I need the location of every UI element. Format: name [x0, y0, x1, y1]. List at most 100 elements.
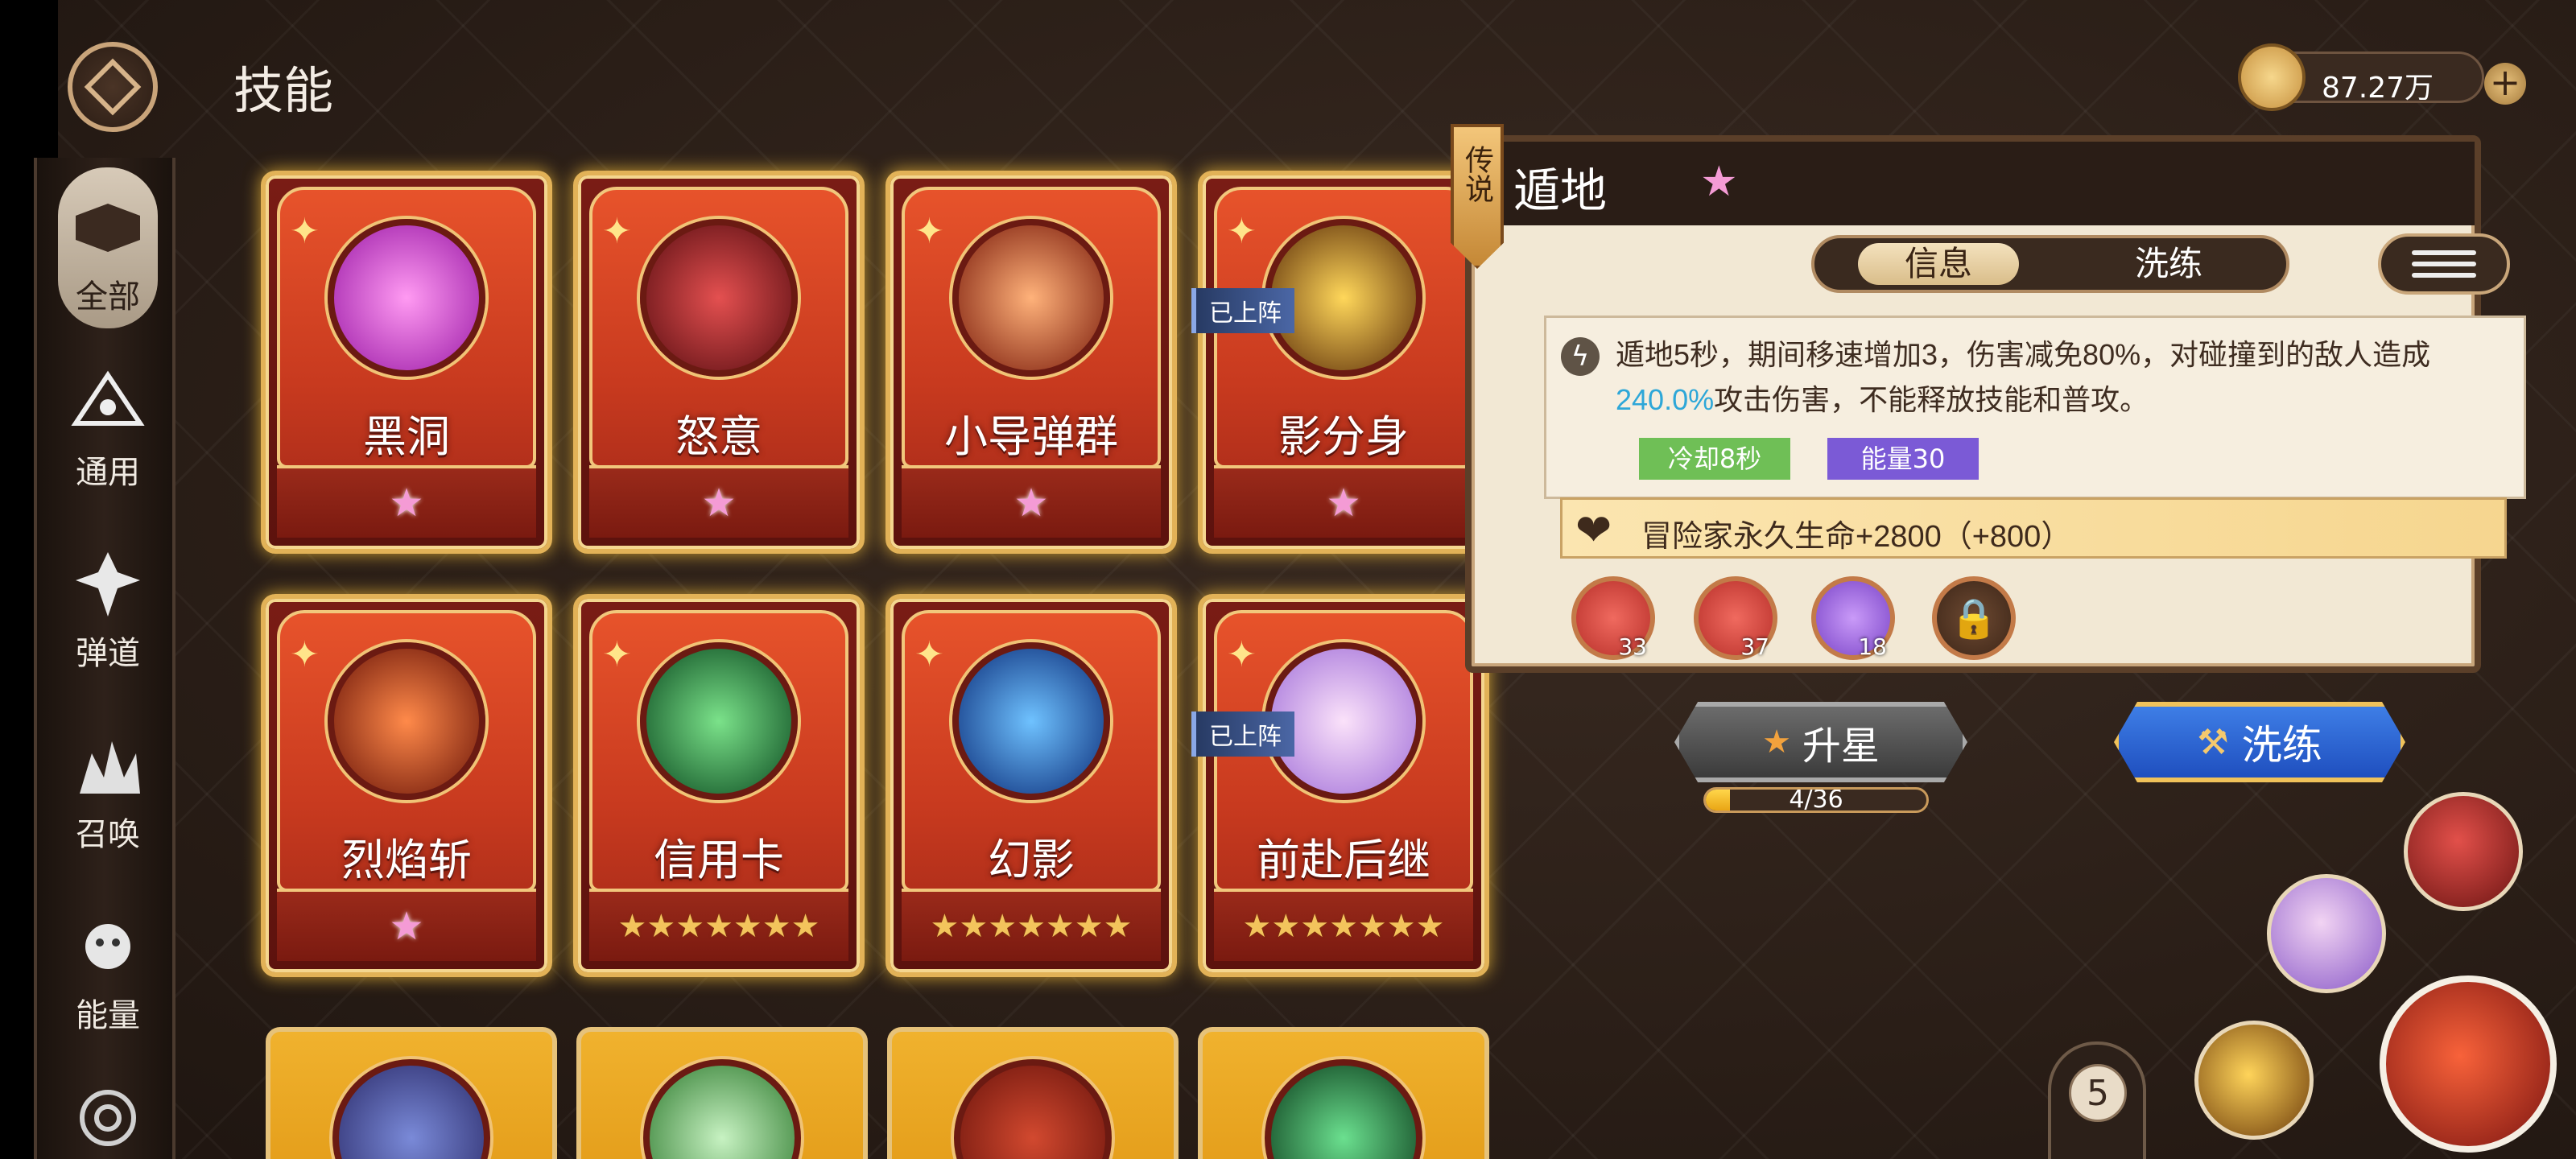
- star-icon: ★: [1762, 724, 1791, 760]
- skill-card[interactable]: 烈焰斩 ✦ ★: [261, 594, 552, 977]
- sparkle-icon: ✦: [290, 634, 320, 675]
- skill-card[interactable]: [887, 1027, 1179, 1159]
- skill-name: 遁地: [1513, 165, 1608, 217]
- bonus-row: ❤ 冒险家永久生命+2800（+800）: [1560, 497, 2507, 559]
- list-icon: [2412, 250, 2476, 255]
- reforge-button[interactable]: ⚒ 洗练: [2114, 702, 2405, 782]
- nav-label: 召唤: [76, 817, 140, 852]
- coin-amount: 87.27万: [2322, 72, 2434, 105]
- sparkle-icon: ✦: [602, 634, 632, 675]
- nav-item-general[interactable]: 通用: [37, 343, 179, 504]
- nav-item-projectile[interactable]: 弹道: [37, 524, 179, 685]
- nav-item-all[interactable]: 全部: [58, 167, 158, 328]
- skill-card[interactable]: 信用卡 ✦ ★★★★★★★: [573, 594, 865, 977]
- upstar-button[interactable]: ★ 升星: [1674, 702, 1967, 782]
- star-icon: ★: [1326, 481, 1361, 526]
- credit-card-portrait: [640, 642, 798, 800]
- equipped-skill-shadow[interactable]: [2194, 1021, 2314, 1140]
- tab-info[interactable]: 信息: [1858, 243, 2019, 285]
- all-icon: [76, 204, 140, 252]
- rune-slot-locked[interactable]: 🔒: [1932, 576, 2016, 660]
- star-icon: ★★★★★★★: [1242, 908, 1445, 945]
- upstar-progress: 4/36: [1703, 787, 1929, 813]
- list-menu-button[interactable]: [2378, 233, 2510, 295]
- rarity-tag: 传说: [1451, 124, 1504, 269]
- sparkle-icon: ✦: [1227, 211, 1257, 252]
- sparkle-icon: ✦: [1227, 634, 1257, 675]
- energy-icon: [85, 924, 130, 969]
- nav-label: 通用: [76, 455, 140, 490]
- nav-label: 弹道: [76, 636, 140, 671]
- rage-portrait: [640, 219, 798, 377]
- skill-description: 遁地5秒，期间移速增加3，伤害减免80%，对碰撞到的敌人造成 240.0%攻击伤害…: [1616, 332, 2517, 423]
- rune-slot[interactable]: 18: [1811, 576, 1895, 660]
- summon-icon: [80, 741, 140, 794]
- sparkle-icon: ✦: [914, 634, 944, 675]
- page-title: 技能: [233, 64, 334, 119]
- nav-label: 能量: [76, 998, 140, 1033]
- rune-level: 18: [1858, 633, 1887, 660]
- skill-card[interactable]: [1198, 1027, 1489, 1159]
- card-stars: ★★★★★★★: [1214, 889, 1473, 961]
- tab-reforge[interactable]: 洗练: [2088, 243, 2249, 285]
- sparkle-icon: ✦: [602, 211, 632, 252]
- energy-tag: 能量30: [1827, 438, 1979, 480]
- card-name: 信用卡: [654, 836, 784, 885]
- skill-card[interactable]: 怒意 ✦ ★: [573, 171, 865, 554]
- desc-text: 遁地5秒，期间移速增加3，伤害减免80%，对碰撞到的敌人造成: [1616, 338, 2431, 371]
- card-stars: ★★★★★★★: [589, 889, 848, 961]
- star-icon: ★: [1013, 481, 1049, 526]
- swirl-icon: [80, 1090, 136, 1146]
- lightning-icon: ϟ: [1561, 337, 1600, 376]
- desc-text: 攻击伤害，不能释放技能和普攻。: [1714, 383, 2149, 416]
- lock-icon: 🔒: [1950, 596, 1998, 641]
- nav-item-energy[interactable]: 能量: [37, 886, 179, 1047]
- rune-slot[interactable]: 33: [1571, 576, 1655, 660]
- sparkle-icon: ✦: [914, 211, 944, 252]
- card-name: 前赴后继: [1257, 836, 1430, 885]
- nav-item-summon[interactable]: 召唤: [37, 705, 179, 866]
- skill-card[interactable]: [266, 1027, 557, 1159]
- reforge-label: 洗练: [2241, 723, 2322, 768]
- card-stars: ★: [1214, 465, 1473, 538]
- skill-card[interactable]: 前赴后继 已上阵 ✦ ★★★★★★★: [1191, 594, 1489, 977]
- rune-slot[interactable]: 37: [1694, 576, 1777, 660]
- rune-level: 33: [1618, 633, 1647, 660]
- star-icon: ★: [701, 481, 737, 526]
- card-name: 幻影: [988, 836, 1075, 885]
- card-stars: ★★★★★★★: [902, 889, 1161, 961]
- cooldown-tag: 冷却8秒: [1639, 438, 1790, 480]
- star-icon: ★★★★★★★: [617, 908, 820, 945]
- flame-slash-portrait: [328, 642, 485, 800]
- card-stars: ★: [589, 465, 848, 538]
- nav-item-more[interactable]: [37, 1075, 179, 1159]
- heart-icon: ❤: [1575, 505, 1612, 555]
- panel-header: [1472, 142, 2475, 225]
- card-name: 影分身: [1278, 413, 1409, 461]
- back-button[interactable]: [68, 42, 158, 132]
- card-portrait: [332, 1059, 490, 1159]
- skill-card[interactable]: 幻影 ✦ ★★★★★★★: [886, 594, 1177, 977]
- equipped-skill-rage[interactable]: [2404, 792, 2523, 911]
- skill-slot-counter[interactable]: 5: [2048, 1041, 2146, 1159]
- equipped-skill-ghost[interactable]: [2267, 874, 2386, 993]
- bonus-text: 冒险家永久生命+2800（+800）: [1641, 520, 2072, 554]
- card-name: 小导弹群: [944, 413, 1118, 461]
- deployed-badge: 已上阵: [1191, 288, 1294, 333]
- skill-card[interactable]: 小导弹群 ✦ ★: [886, 171, 1177, 554]
- equipped-skill-main[interactable]: [2380, 975, 2557, 1153]
- rarity-label: 传说: [1461, 145, 1494, 203]
- add-currency-button[interactable]: +: [2484, 63, 2526, 105]
- diamond-icon: [84, 58, 142, 116]
- upstar-label: 升星: [1802, 725, 1880, 768]
- card-portrait: [1265, 1059, 1422, 1159]
- phantom-portrait: [952, 642, 1110, 800]
- skill-card[interactable]: 黑洞 ✦ ★: [261, 171, 552, 554]
- skill-card[interactable]: [576, 1027, 868, 1159]
- skill-card[interactable]: 影分身 已上阵 ✦ ★: [1191, 171, 1489, 554]
- list-icon: [2412, 273, 2476, 278]
- star-icon: ★★★★★★★: [930, 908, 1133, 945]
- star-icon: ★: [1700, 158, 1738, 206]
- coin-icon: [2238, 43, 2306, 111]
- damage-value: 240.0%: [1616, 383, 1715, 416]
